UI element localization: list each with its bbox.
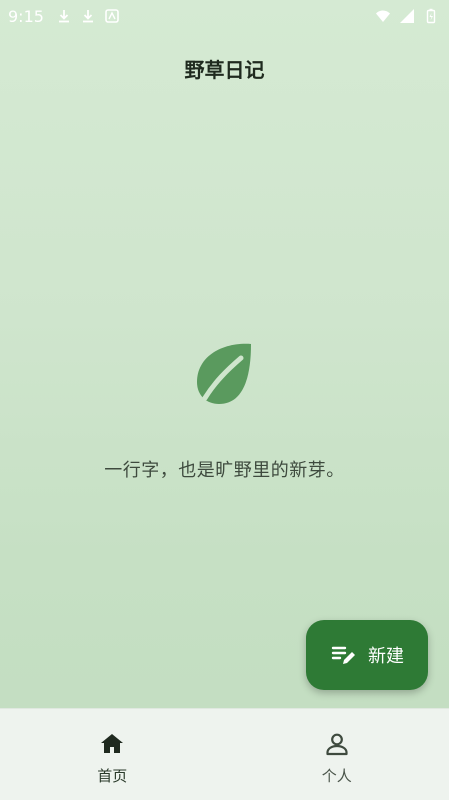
leaf-icon (196, 343, 251, 404)
download-icon (82, 10, 93, 23)
nav-item-profile[interactable]: 个人 (225, 709, 449, 800)
empty-state: 一行字，也是旷野里的新芽。 (0, 338, 449, 482)
new-entry-label: 新建 (368, 646, 404, 667)
bottom-nav: 首页 个人 (0, 708, 449, 800)
battery-icon (426, 8, 436, 24)
new-entry-button[interactable]: 新建 (306, 620, 428, 690)
nav-label-home: 首页 (97, 767, 128, 785)
status-right (375, 8, 439, 24)
home-icon (101, 734, 124, 753)
signal-icon (400, 9, 414, 23)
screen: 9:15 野草日记 一行字，也是旷野里的新芽。 新建 首页 个人 (0, 0, 449, 800)
status-bar: 9:15 (0, 0, 449, 32)
notification-icons (56, 8, 120, 24)
status-time: 9:15 (8, 6, 44, 26)
nav-label-profile: 个人 (321, 767, 352, 785)
nav-item-home[interactable]: 首页 (0, 709, 225, 800)
empty-state-message: 一行字，也是旷野里的新芽。 (104, 460, 345, 481)
edit-note-icon (331, 646, 355, 664)
app-notification-icon (105, 9, 119, 23)
page-title: 野草日记 (184, 57, 265, 82)
app-header: 野草日记 (0, 48, 449, 88)
status-left: 9:15 (8, 7, 120, 26)
wifi-icon (376, 10, 390, 22)
person-icon (326, 733, 348, 756)
download-icon (58, 10, 69, 23)
